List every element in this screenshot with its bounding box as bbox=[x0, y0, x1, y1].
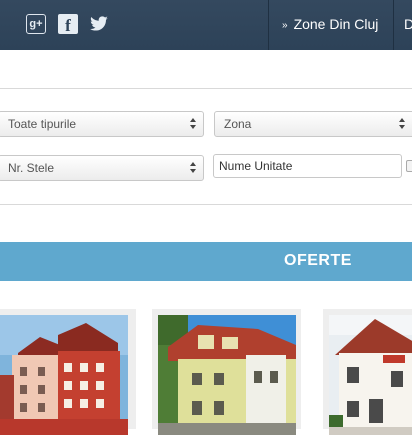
zone-select-value: Zona bbox=[224, 117, 252, 131]
select-arrows-icon bbox=[190, 118, 196, 130]
facebook-icon[interactable]: f bbox=[58, 14, 78, 35]
divider bbox=[0, 88, 412, 89]
stars-select[interactable]: Nr. Stele bbox=[0, 155, 204, 181]
offers-header-bar: OFERTE bbox=[0, 242, 412, 281]
zones-menu-label: Zone Din Cluj bbox=[293, 16, 379, 32]
divider bbox=[0, 204, 412, 205]
zone-select[interactable]: Zona bbox=[214, 111, 412, 137]
top-navbar: g+ f » Zone Din Cluj D bbox=[0, 0, 412, 50]
unit-name-input[interactable] bbox=[213, 154, 402, 178]
type-select[interactable]: Toate tipurile bbox=[0, 111, 204, 137]
nav-divider bbox=[393, 0, 394, 50]
filter-checkbox[interactable] bbox=[406, 160, 412, 172]
offer-card[interactable] bbox=[323, 309, 412, 435]
stars-select-value: Nr. Stele bbox=[8, 161, 55, 175]
nav-menu-link-next[interactable]: D bbox=[404, 16, 412, 32]
google-plus-icon[interactable]: g+ bbox=[26, 14, 46, 34]
twitter-icon[interactable] bbox=[89, 14, 109, 34]
hotel-photo[interactable] bbox=[158, 315, 296, 435]
offers-title: OFERTE bbox=[284, 252, 352, 269]
nav-divider bbox=[268, 0, 269, 50]
hotel-photo[interactable] bbox=[0, 315, 128, 435]
select-arrows-icon bbox=[399, 118, 405, 130]
double-chevron-down-icon: » bbox=[282, 20, 288, 31]
offer-card[interactable] bbox=[0, 309, 136, 435]
hotel-photo[interactable] bbox=[329, 315, 412, 435]
select-arrows-icon bbox=[190, 162, 196, 174]
type-select-value: Toate tipurile bbox=[8, 117, 77, 131]
offer-card[interactable] bbox=[152, 309, 301, 435]
zones-menu-link[interactable]: » Zone Din Cluj bbox=[282, 16, 378, 32]
